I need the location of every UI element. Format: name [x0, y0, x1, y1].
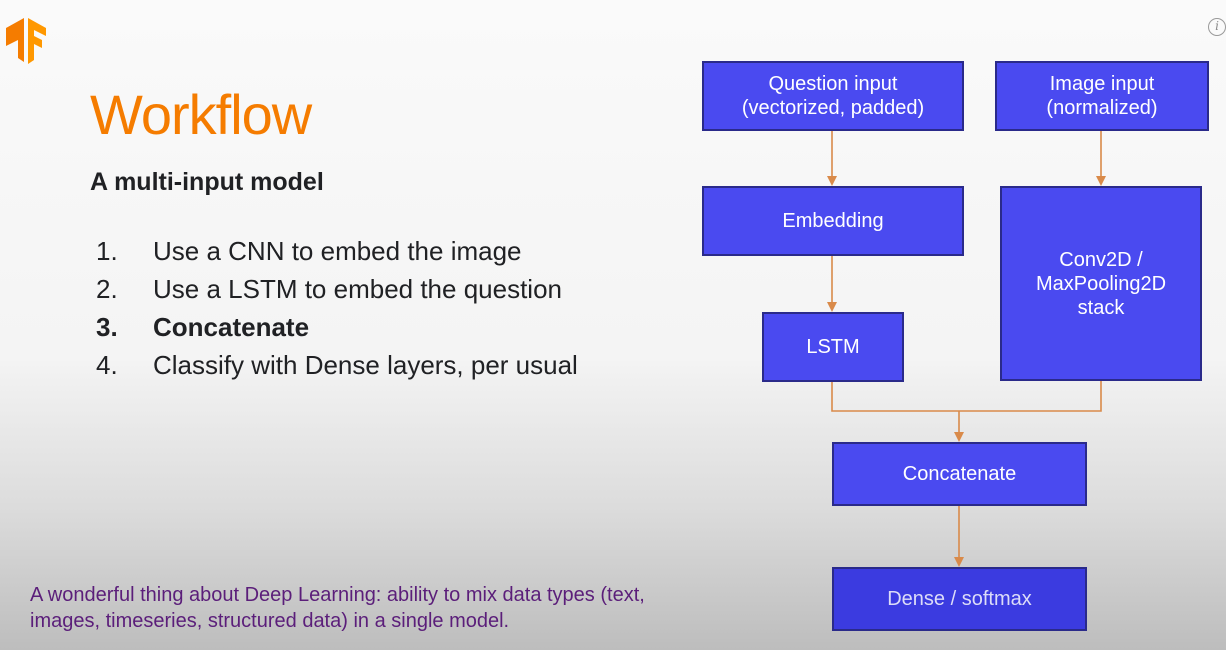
- conv-stack-box: Conv2D / MaxPooling2D stack: [1000, 186, 1202, 381]
- dense-softmax-box: Dense / softmax: [832, 567, 1087, 631]
- embedding-box: Embedding: [702, 186, 964, 256]
- lstm-box: LSTM: [762, 312, 904, 382]
- arrow-merge-to-concatenate: [831, 381, 1102, 412]
- slide: i Workflow A multi-input model 1. Use a …: [0, 0, 1226, 650]
- concatenate-box: Concatenate: [832, 442, 1087, 506]
- image-input-box: Image input (normalized): [995, 61, 1209, 131]
- question-input-box: Question input (vectorized, padded): [702, 61, 964, 131]
